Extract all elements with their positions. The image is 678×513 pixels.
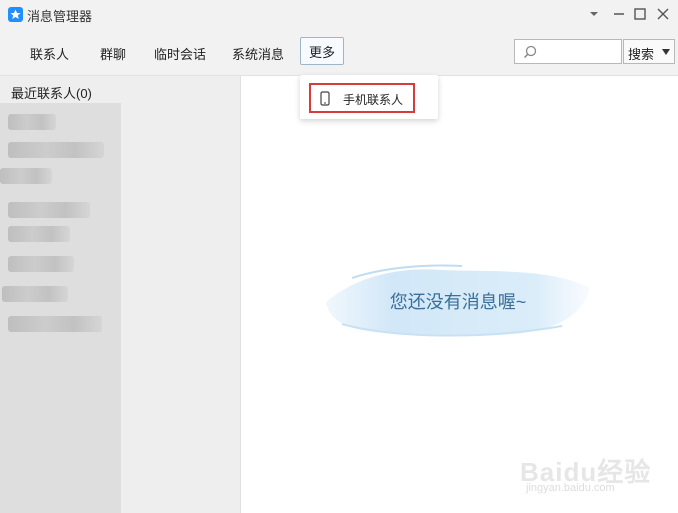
- empty-state: 您还没有消息喔~: [322, 260, 594, 342]
- search-button[interactable]: 搜索: [623, 39, 675, 64]
- empty-message: 您还没有消息喔~: [389, 292, 527, 312]
- tab-group-chat[interactable]: 群聊: [100, 44, 126, 63]
- list-item[interactable]: [0, 168, 52, 184]
- menu-dropdown-icon[interactable]: [585, 5, 603, 23]
- list-item[interactable]: [8, 142, 104, 158]
- more-dropdown-menu: 手机联系人: [300, 75, 438, 119]
- recent-contacts-header: 最近联系人(0): [11, 86, 92, 101]
- menu-item-label: 手机联系人: [343, 93, 404, 107]
- maximize-icon[interactable]: [631, 5, 649, 23]
- app-icon: [8, 7, 23, 22]
- search-box[interactable]: [514, 39, 623, 64]
- tab-contacts[interactable]: 联系人: [30, 44, 69, 63]
- title-bar: 消息管理器: [0, 0, 678, 30]
- list-item[interactable]: [8, 202, 90, 218]
- window-title: 消息管理器: [27, 9, 93, 24]
- search-button-label: 搜索: [628, 47, 655, 62]
- list-item[interactable]: [2, 286, 68, 302]
- search-icon: [523, 45, 537, 59]
- watermark: Baidu经验 jingyan.baidu.com: [520, 440, 670, 500]
- list-item[interactable]: [8, 316, 102, 332]
- list-item[interactable]: [8, 256, 74, 272]
- sidebar: 最近联系人(0): [0, 76, 241, 513]
- more-button[interactable]: 更多: [300, 37, 344, 65]
- minimize-icon[interactable]: [610, 5, 628, 23]
- phone-icon: [320, 91, 330, 106]
- search-input[interactable]: [543, 42, 623, 63]
- toolbar: 联系人 群聊 临时会话 系统消息 更多 搜索: [0, 30, 678, 76]
- tab-temp-session[interactable]: 临时会话: [154, 44, 206, 63]
- tab-system-messages[interactable]: 系统消息: [232, 44, 284, 63]
- search-options-icon[interactable]: [662, 49, 670, 55]
- close-icon[interactable]: [654, 5, 672, 23]
- list-item[interactable]: [8, 114, 56, 130]
- contact-list[interactable]: [0, 103, 121, 513]
- list-item[interactable]: [8, 226, 70, 242]
- watermark-url: jingyan.baidu.com: [526, 482, 615, 494]
- menu-item-phone-contacts[interactable]: 手机联系人: [309, 83, 415, 113]
